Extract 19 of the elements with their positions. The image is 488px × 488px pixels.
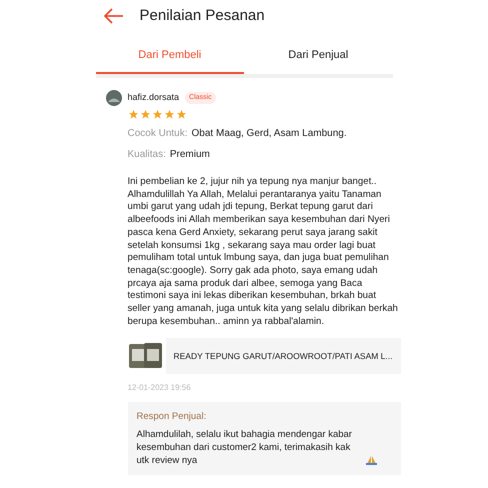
field-value: Obat Maag, Gerd, Asam Lambung. bbox=[192, 127, 347, 141]
star-icon bbox=[128, 109, 138, 120]
review-text: Ini pembelian ke 2, jujur nih ya tepung nya manjur banget.. Alhamdulillah Ya Allah, Melalui perantaranya yaitu Tanaman umbi garut yang udah jdi tepung, Berkat tepung garut dari albeefoods ini Allah memberikan saya kesembuhan dari Nyeri pasca kena Gerd Anxiety, sekarang perut saya jarang sakit setelah konsumsi 1kg , sekarang saya mau order lagi buat pemuliham total untuk lmbung saya, dan juga buat pemulihan tenaga(sc:google). Sorry gak ada photo, saya emang udah prcaya aja sama produk dari albee, semoga yang Baca testimoni saya ini lekas diberikan kesembuhan, brkah buat seller yang amanah, juga untuk kita yang selalu dibrikan berkah berupa kesembuhan.. aminn ya rabbal'alamin. bbox=[128, 176, 399, 328]
page-title: Penilaian Pesanan bbox=[140, 6, 265, 26]
username: hafiz.dorsata bbox=[128, 91, 180, 104]
field-label: Kualitas: bbox=[128, 148, 166, 162]
avatar-icon bbox=[106, 90, 122, 106]
star-icon bbox=[140, 109, 150, 120]
seller-response-text: Alhamdulilah, selalu ikut bahagia mendengar kabar kesembuhan dari customer2 kami, terimakasih kak utk review nya bbox=[136, 428, 353, 467]
review-date: 12-01-2023 19:56 bbox=[128, 382, 192, 394]
field-label: Cocok Untuk: bbox=[128, 127, 188, 141]
tab[interactable]: Dari Penjual bbox=[244, 38, 392, 74]
star-icon bbox=[176, 109, 186, 120]
seller-response-label: Respon Penjual: bbox=[136, 410, 208, 424]
product-link[interactable]: READY TEPUNG GARUT/AROOWROOT/PATI ASAM L... bbox=[166, 338, 400, 374]
star-icon bbox=[164, 109, 174, 120]
star-icon bbox=[152, 109, 162, 120]
back-arrow-icon[interactable] bbox=[104, 8, 124, 24]
field-value: Premium bbox=[170, 148, 210, 162]
